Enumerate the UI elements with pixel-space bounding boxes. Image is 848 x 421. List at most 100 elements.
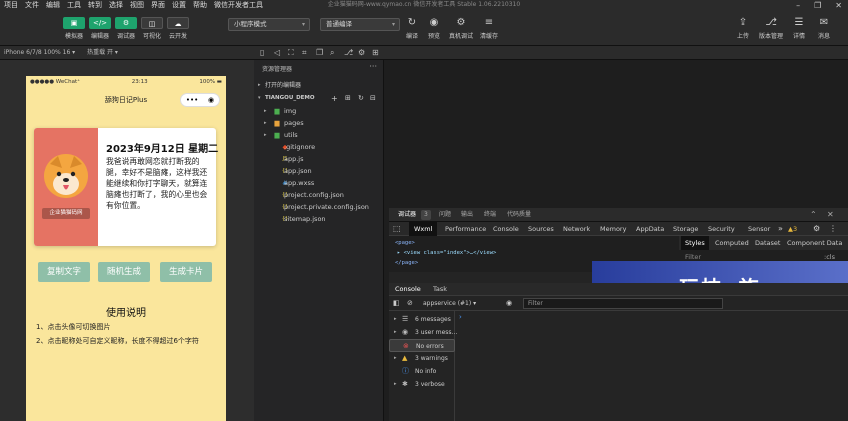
wxml-line[interactable]: <page>	[395, 238, 673, 248]
cloud-button[interactable]: ☁ 云开发	[166, 17, 190, 40]
menu-item[interactable]: 微信开发者工具	[214, 0, 263, 10]
folder-item[interactable]: ▸ ▆ img	[254, 106, 384, 117]
tab-storage[interactable]: Storage	[673, 222, 698, 236]
branch-icon[interactable]: ⎇	[344, 46, 353, 60]
folder-item[interactable]: ▸ ▆ pages	[254, 118, 384, 129]
maximize-icon[interactable]: ❐	[814, 1, 821, 10]
tab-memory[interactable]: Memory	[600, 222, 626, 236]
warning-count[interactable]: ▲3	[788, 222, 797, 236]
gear-icon[interactable]: ⚙	[813, 222, 820, 236]
new-folder-icon[interactable]: ⊞	[345, 93, 351, 104]
tab-code-quality[interactable]: 代码质量	[507, 208, 531, 222]
fullscreen-icon[interactable]: ⛶	[288, 46, 294, 60]
tab-debugger[interactable]: 调试器	[398, 208, 416, 222]
clear-console-icon[interactable]: ⊘	[407, 296, 413, 311]
console-filter-item[interactable]: ▸ ✱ 3 verbose	[389, 378, 455, 391]
version-button[interactable]: ⎇ 版本管理	[757, 17, 785, 40]
menu-capsule[interactable]: ••• ◉	[180, 93, 220, 107]
preview-button[interactable]: ◉ 预览	[424, 17, 444, 40]
tab-network[interactable]: Network	[563, 222, 590, 236]
more-icon[interactable]: ···	[369, 62, 377, 71]
menu-item[interactable]: 工具	[67, 0, 81, 10]
sidebar-toggle-icon[interactable]: ◧	[393, 296, 400, 311]
editor-button[interactable]: </> 编辑器	[88, 17, 112, 40]
chevron-up-icon[interactable]: ⌃	[810, 208, 817, 222]
tab-problems[interactable]: 问题	[439, 208, 451, 222]
compile-button[interactable]: ↻ 编译	[402, 17, 422, 40]
file-item[interactable]: ◆ .gitignore	[254, 142, 384, 153]
debugger-button[interactable]: ⚙ 调试器	[114, 17, 138, 40]
console-filter-input[interactable]: Filter	[523, 298, 723, 309]
menu-item[interactable]: 帮助	[193, 0, 207, 10]
tab-security[interactable]: Security	[708, 222, 735, 236]
tab-output[interactable]: 输出	[461, 208, 473, 222]
project-section[interactable]: ▾ TIANGOU_DEMO + ⊞ ↻ ⊟	[254, 93, 384, 104]
tab-computed[interactable]: Computed	[715, 236, 749, 250]
menu-item[interactable]: 编辑	[46, 0, 60, 10]
menu-item[interactable]: 设置	[172, 0, 186, 10]
menu-item[interactable]: 界面	[151, 0, 165, 10]
compile-select[interactable]: 普通编译 ▾	[320, 18, 400, 31]
clear-cache-button[interactable]: ≡ 清缓存	[478, 17, 500, 40]
file-item[interactable]: {} project.private.config.json	[254, 202, 384, 213]
file-item[interactable]: {} sitemap.json	[254, 214, 384, 225]
console-filter-item[interactable]: ⓘ No info	[389, 365, 455, 378]
scan-icon[interactable]: ⌗	[302, 46, 307, 60]
tab-appdata[interactable]: AppData	[636, 222, 664, 236]
eye-icon[interactable]: ◉	[506, 296, 512, 311]
wxml-line[interactable]: ▸ <view class="index">…</view>	[395, 248, 673, 258]
file-item[interactable]: {} app.json	[254, 166, 384, 177]
random-generate-button[interactable]: 随机生成	[98, 262, 150, 282]
messages-button[interactable]: ✉ 消息	[815, 17, 833, 40]
new-file-icon[interactable]: +	[331, 93, 338, 104]
menu-item[interactable]: 项目	[4, 0, 18, 10]
copy-text-button[interactable]: 复制文字	[38, 262, 90, 282]
inspect-icon[interactable]: ⬚	[393, 222, 401, 236]
refresh-icon[interactable]: ↻	[358, 93, 364, 104]
console-filter-item[interactable]: ⊗ No errors	[389, 339, 455, 352]
console-filter-item[interactable]: ▸ ◉ 3 user mess...	[389, 326, 457, 339]
menu-item[interactable]: 选择	[109, 0, 123, 10]
console-filter-item[interactable]: ▸ ▲ 3 warnings	[389, 352, 455, 365]
hot-reload-select[interactable]: 热重载 开 ▾	[87, 49, 118, 56]
details-button[interactable]: ☰ 详情	[790, 17, 808, 40]
tab-console-drawer[interactable]: Console	[395, 283, 421, 296]
search-icon[interactable]: ⌕	[330, 46, 334, 60]
menu-item[interactable]: 视图	[130, 0, 144, 10]
tab-styles[interactable]: Styles	[681, 236, 709, 250]
mode-select[interactable]: 小程序模式 ▾	[228, 18, 310, 31]
open-editors-section[interactable]: ▸ 打开的编辑器	[254, 80, 384, 91]
tab-sensor[interactable]: Sensor	[748, 222, 770, 236]
simulator-button[interactable]: ▣ 模拟器	[62, 17, 86, 40]
context-select[interactable]: appservice (#1) ▾	[423, 298, 493, 309]
upload-button[interactable]: ⇪ 上传	[734, 17, 752, 40]
device-select[interactable]: iPhone 6/7/8 100% 16 ▾	[4, 49, 75, 56]
copy-icon[interactable]: ❐	[316, 46, 323, 60]
tab-dataset[interactable]: Dataset	[755, 236, 780, 250]
tab-sources[interactable]: Sources	[528, 222, 554, 236]
avatar[interactable]	[44, 154, 88, 198]
phone-icon[interactable]: ▯	[260, 46, 264, 60]
target-icon[interactable]: ◉	[208, 96, 214, 104]
more-icon[interactable]: ⋮	[829, 222, 837, 236]
more-icon[interactable]: •••	[186, 96, 198, 104]
console-filter-item[interactable]: ▸ ☰ 6 messages	[389, 313, 455, 326]
menu-item[interactable]: 转到	[88, 0, 102, 10]
tab-console[interactable]: Console	[493, 222, 519, 236]
menu-item[interactable]: 文件	[25, 0, 39, 10]
tab-task[interactable]: Task	[433, 283, 447, 296]
close-icon[interactable]: ✕	[827, 208, 834, 222]
volume-icon[interactable]: ◁	[274, 46, 280, 60]
console-prompt[interactable]: ›	[459, 313, 462, 321]
folder-item[interactable]: ▸ ▆ utils	[254, 130, 384, 141]
settings-icon[interactable]: ⚙	[358, 46, 365, 60]
collapse-icon[interactable]: ⊟	[370, 93, 376, 104]
tab-performance[interactable]: Performance	[445, 222, 486, 236]
tab-terminal[interactable]: 终端	[484, 208, 496, 222]
minimize-icon[interactable]: –	[796, 1, 800, 10]
nickname-badge[interactable]: 企业猫猫码网	[42, 208, 90, 219]
file-item[interactable]: # app.wxss	[254, 178, 384, 189]
file-item[interactable]: {} project.config.json	[254, 190, 384, 201]
tab-wxml[interactable]: Wxml	[409, 222, 438, 236]
remote-debug-button[interactable]: ⚙ 真机调试	[446, 17, 476, 40]
